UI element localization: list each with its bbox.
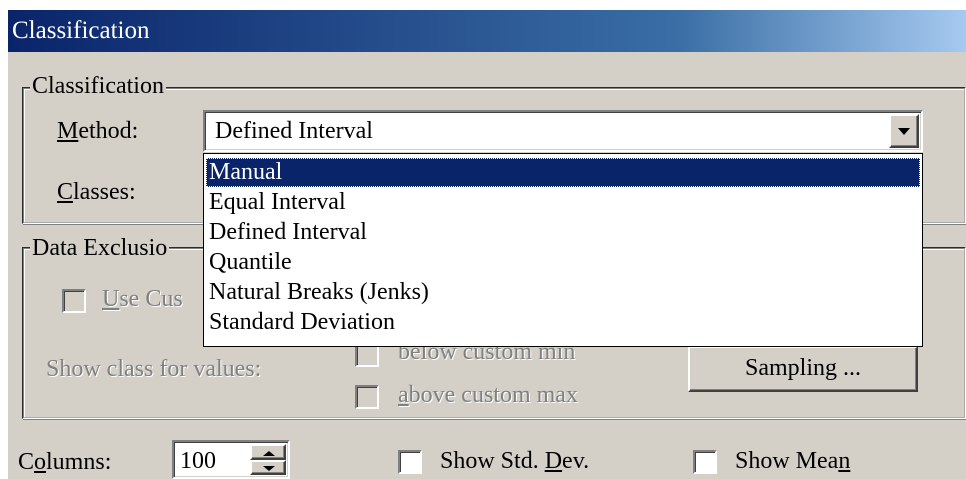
spin-down-icon <box>263 466 275 471</box>
data-exclusion-group-legend: Data Exclusio <box>30 235 170 261</box>
classes-label: Classes: <box>57 179 136 205</box>
method-combobox[interactable]: Defined Interval <box>203 110 923 152</box>
columns-label: Columns: <box>18 449 112 475</box>
dropdown-option-quantile[interactable]: Quantile <box>206 248 920 277</box>
dropdown-option-equal-interval[interactable]: Equal Interval <box>206 188 920 217</box>
window-title: Classification <box>12 17 150 44</box>
method-combobox-value: Defined Interval <box>215 118 373 144</box>
columns-spin-up-button[interactable] <box>250 444 286 460</box>
sampling-button[interactable]: Sampling ... <box>688 346 918 392</box>
show-std-dev-checkbox[interactable] <box>398 450 422 474</box>
show-mean-label: Show Mean <box>735 448 851 474</box>
chevron-down-icon <box>898 128 910 135</box>
method-dropdown-button[interactable] <box>889 114 919 148</box>
use-custom-label: Use Cus <box>102 286 183 312</box>
classification-group-legend: Classification <box>30 73 166 99</box>
window-left-edge <box>0 0 8 479</box>
show-class-label: Show class for values: <box>46 356 262 382</box>
columns-spinbox[interactable]: 100 <box>172 440 290 479</box>
show-mean-checkbox[interactable] <box>693 450 717 474</box>
dropdown-option-standard-deviation[interactable]: Standard Deviation <box>206 308 920 337</box>
dropdown-option-defined-interval[interactable]: Defined Interval <box>206 218 920 247</box>
window-top-edge <box>0 0 966 10</box>
above-custom-max-label: above custom max <box>398 382 578 408</box>
sampling-button-label: Sampling ... <box>744 355 861 381</box>
method-dropdown-list[interactable]: Manual Equal Interval Defined Interval Q… <box>203 153 923 347</box>
above-custom-max-checkbox[interactable] <box>355 385 379 409</box>
show-std-dev-label: Show Std. Dev. <box>440 448 590 474</box>
dropdown-option-natural-breaks[interactable]: Natural Breaks (Jenks) <box>206 278 920 307</box>
use-custom-checkbox[interactable] <box>62 289 86 313</box>
title-bar[interactable]: Classification <box>8 10 966 52</box>
method-label: Method: <box>57 118 139 144</box>
dropdown-option-manual[interactable]: Manual <box>206 158 920 187</box>
columns-value: 100 <box>180 448 216 474</box>
spin-up-icon <box>263 451 275 456</box>
columns-spin-down-button[interactable] <box>250 460 286 475</box>
